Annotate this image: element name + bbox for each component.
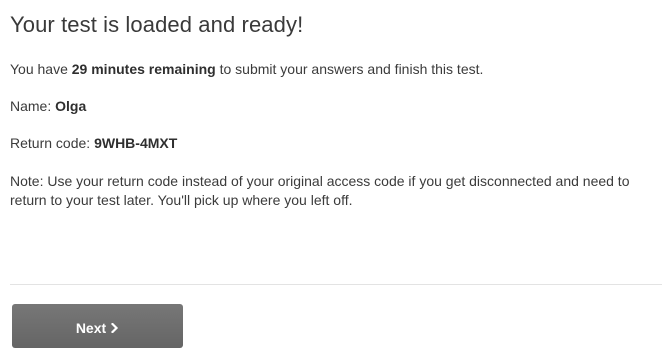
time-remaining-message: You have 29 minutes remaining to submit … — [10, 60, 483, 78]
page-title: Your test is loaded and ready! — [10, 12, 304, 37]
minutes-remaining-value: 29 minutes remaining — [71, 61, 216, 77]
next-button[interactable]: Next — [12, 304, 183, 348]
chevron-right-icon — [111, 323, 119, 333]
return-code-note: Note: Use your return code instead of yo… — [10, 173, 630, 208]
return-code-row: Return code: 9WHB-4MXT — [10, 134, 177, 152]
test-ready-page: Your test is loaded and ready! You have … — [0, 0, 664, 348]
time-message-suffix: to submit your answers and finish this t… — [215, 61, 484, 77]
name-label: Name: — [10, 98, 56, 114]
candidate-name-row: Name: Olga — [10, 97, 86, 115]
time-message-prefix: You have — [10, 61, 72, 77]
next-button-label: Next — [75, 320, 107, 336]
section-divider — [10, 284, 662, 285]
candidate-name: Olga — [55, 98, 87, 114]
return-code-label: Return code: — [10, 135, 95, 151]
return-code-value: 9WHB-4MXT — [94, 135, 178, 151]
